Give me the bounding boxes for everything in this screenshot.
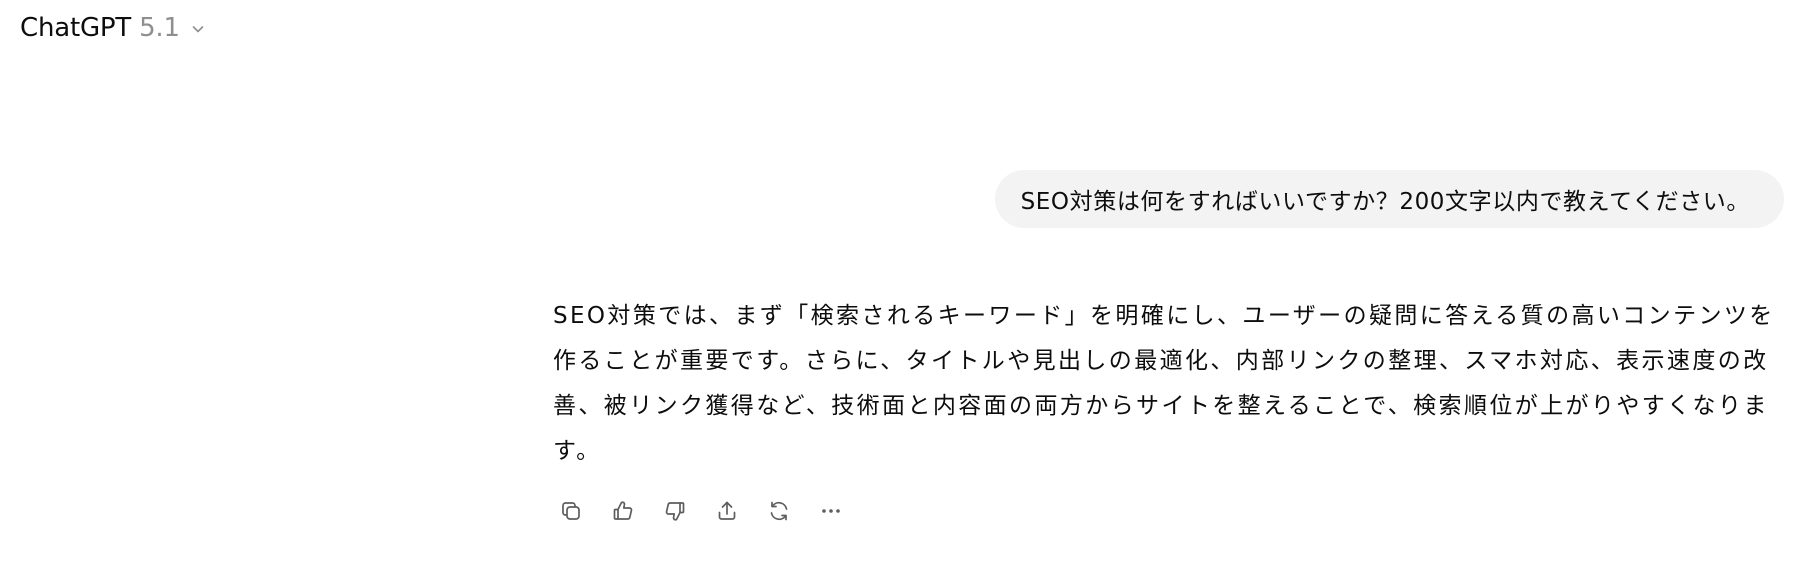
thumbs-up-button[interactable]: [602, 490, 644, 532]
thumbs-down-button[interactable]: [654, 490, 696, 532]
copy-icon: [559, 499, 583, 523]
more-button[interactable]: [810, 490, 852, 532]
model-version: 5.1: [139, 13, 180, 43]
chat-page: ChatGPT 5.1 SEO対策は何をすればいいですか？200文字以内で教えて…: [0, 0, 1804, 570]
share-icon: [715, 499, 739, 523]
user-message-text: SEO対策は何をすればいいですか？200文字以内で教えてください。: [1020, 189, 1750, 215]
regenerate-button[interactable]: [758, 490, 800, 532]
user-message-row: SEO対策は何をすればいいですか？200文字以内で教えてください。: [994, 170, 1784, 228]
assistant-message: SEO対策では、まず「検索されるキーワード」を明確にし、ユーザーの疑問に答える質…: [553, 294, 1784, 474]
model-switcher[interactable]: ChatGPT 5.1: [20, 8, 206, 48]
regenerate-icon: [767, 499, 791, 523]
thumbs-up-icon: [611, 499, 635, 523]
assistant-message-text: SEO対策では、まず「検索されるキーワード」を明確にし、ユーザーの疑問に答える質…: [553, 303, 1775, 464]
copy-button[interactable]: [550, 490, 592, 532]
model-name: ChatGPT: [20, 13, 132, 43]
thumbs-down-icon: [663, 499, 687, 523]
user-message-bubble: SEO対策は何をすればいいですか？200文字以内で教えてください。: [994, 170, 1784, 228]
chevron-down-icon: [190, 21, 206, 37]
share-button[interactable]: [706, 490, 748, 532]
message-actions-toolbar: [550, 490, 852, 532]
more-icon: [819, 499, 843, 523]
